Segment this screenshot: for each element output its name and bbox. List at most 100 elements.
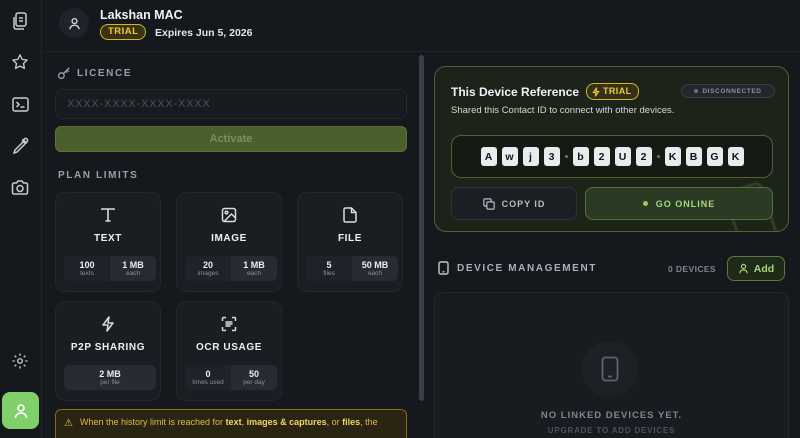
limit-stat: 5 files: [306, 256, 352, 281]
stat-value: 100: [79, 259, 95, 270]
ocr-scan-icon: [177, 314, 281, 334]
stat-value: 20: [202, 259, 213, 270]
plan-card-name: IMAGE: [211, 233, 247, 244]
connection-status-label: DISCONNECTED: [702, 87, 762, 95]
terminal-icon[interactable]: [9, 93, 31, 115]
contact-id-display: A w j 3 b 2 U 2 K B G K: [451, 135, 773, 178]
user-name: Lakshan MAC: [100, 8, 183, 22]
star-icon[interactable]: [9, 51, 31, 73]
stat-label: texts: [80, 269, 94, 277]
limit-stat: 1 MB each: [231, 256, 277, 281]
plan-card-file: FILE 5 files 50 MB each: [297, 192, 403, 292]
avatar[interactable]: [59, 8, 89, 38]
device-count: 0 DEVICES: [668, 264, 717, 274]
warning-text: , or: [326, 417, 343, 427]
warning-text: When the history limit is reached for: [80, 417, 226, 427]
copy-id-label: COPY ID: [501, 198, 546, 209]
add-user-icon: [738, 263, 748, 274]
eyedropper-icon[interactable]: [9, 134, 31, 156]
id-character: 2: [593, 147, 610, 166]
expiry-date: Expires Jun 5, 2026: [155, 27, 253, 39]
plan-card-image: IMAGE 20 images 1 MB each: [176, 192, 282, 292]
copy-id-button[interactable]: COPY ID: [451, 187, 577, 220]
stat-label: images: [197, 269, 219, 277]
warning-icon: ⚠: [64, 418, 73, 429]
history-limit-warning: ⚠ When the history limit is reached for …: [55, 409, 407, 438]
stat-value: 0: [205, 368, 211, 379]
limit-pill: 0 times used 50 per day: [185, 365, 277, 390]
stat-value: 5: [326, 259, 332, 270]
plan-limits-title: PLAN LIMITS: [58, 170, 139, 181]
copy-icon: [482, 197, 495, 210]
id-character: 2: [635, 147, 652, 166]
empty-state-subtitle: UPGRADE TO ADD DEVICES: [547, 426, 676, 435]
image-icon: [177, 205, 281, 225]
id-character: 3: [543, 147, 560, 166]
trial-badge: TRIAL: [100, 24, 147, 40]
device-reference-subtitle: Shared this Contact ID to connect with o…: [451, 105, 675, 116]
go-online-button[interactable]: GO ONLINE: [585, 187, 773, 220]
limit-stat: 50 per day: [231, 365, 277, 390]
key-icon: [57, 67, 70, 80]
limit-pill: 5 files 50 MB each: [306, 256, 398, 281]
header: Lakshan MAC TRIAL Expires Jun 5, 2026: [43, 0, 800, 52]
stat-value: 50 MB: [361, 259, 389, 270]
id-character: j: [522, 147, 539, 166]
limit-pill: 2 MB per file: [64, 365, 156, 390]
add-device-label: Add: [753, 262, 775, 275]
limit-stat: 1 MB each: [110, 256, 156, 281]
limit-pill: 20 images 1 MB each: [185, 256, 277, 281]
limit-stat: 2 MB per file: [64, 365, 156, 390]
device-reference-card: This Device Reference TRIAL DISCONNECTED…: [434, 66, 789, 232]
stat-label: each: [246, 269, 262, 277]
id-character: A: [480, 147, 497, 166]
stat-label: times used: [192, 378, 224, 386]
trial-badge-label: TRIAL: [603, 86, 632, 96]
plan-card-ocr-usage: OCR USAGE 0 times used 50 per day: [176, 301, 282, 401]
left-panel-scrollbar[interactable]: [419, 55, 424, 401]
plan-card-name: OCR USAGE: [196, 342, 262, 353]
stat-label: each: [125, 269, 141, 277]
stat-label: files: [323, 269, 335, 277]
empty-state-title: NO LINKED DEVICES YET.: [540, 410, 683, 421]
warning-emphasis: images & captures: [246, 417, 327, 427]
plan-card-text: TEXT 100 texts 1 MB each: [55, 192, 161, 292]
go-online-label: GO ONLINE: [655, 198, 716, 209]
licence-panel: LICENCE Activate PLAN LIMITS TEXT 100 te…: [43, 53, 419, 438]
trial-badge: TRIAL: [586, 83, 639, 100]
status-dot-icon: [694, 89, 699, 93]
phone-icon: [582, 341, 638, 397]
limit-stat: 50 MB each: [352, 256, 398, 281]
stat-label: each: [367, 269, 383, 277]
id-character: K: [727, 147, 744, 166]
plan-card-name: FILE: [337, 233, 363, 244]
limit-stat: 20 images: [185, 256, 231, 281]
camera-icon[interactable]: [9, 176, 31, 198]
device-management-title: DEVICE MANAGEMENT: [457, 263, 597, 274]
licence-key-input[interactable]: [55, 89, 407, 119]
plan-card-p2p-sharing: P2P SHARING 2 MB per file: [55, 301, 161, 401]
id-separator: [564, 155, 568, 158]
activate-button[interactable]: Activate: [55, 126, 407, 152]
clipboard-icon[interactable]: [9, 10, 31, 32]
user-icon[interactable]: [2, 392, 39, 429]
limit-stat: 0 times used: [185, 365, 231, 390]
lightning-icon: [56, 314, 160, 334]
settings-icon[interactable]: [9, 350, 31, 372]
limit-pill: 100 texts 1 MB each: [64, 256, 156, 281]
device-reference-title: This Device Reference: [451, 85, 580, 99]
connection-status-badge: DISCONNECTED: [681, 84, 775, 98]
licence-title: LICENCE: [77, 68, 133, 79]
id-character: w: [501, 147, 518, 166]
warning-emphasis: text: [225, 417, 242, 427]
lightning-icon: [592, 86, 600, 97]
plan-card-name: P2P SHARING: [70, 342, 146, 353]
linked-devices-list: NO LINKED DEVICES YET. UPGRADE TO ADD DE…: [434, 292, 789, 438]
warning-text: , the: [360, 417, 378, 427]
warning-emphasis: files: [342, 417, 361, 427]
id-character: G: [706, 147, 723, 166]
add-device-button[interactable]: Add: [727, 256, 785, 281]
id-character: K: [664, 147, 681, 166]
file-icon: [298, 205, 402, 225]
limit-stat: 100 texts: [64, 256, 110, 281]
